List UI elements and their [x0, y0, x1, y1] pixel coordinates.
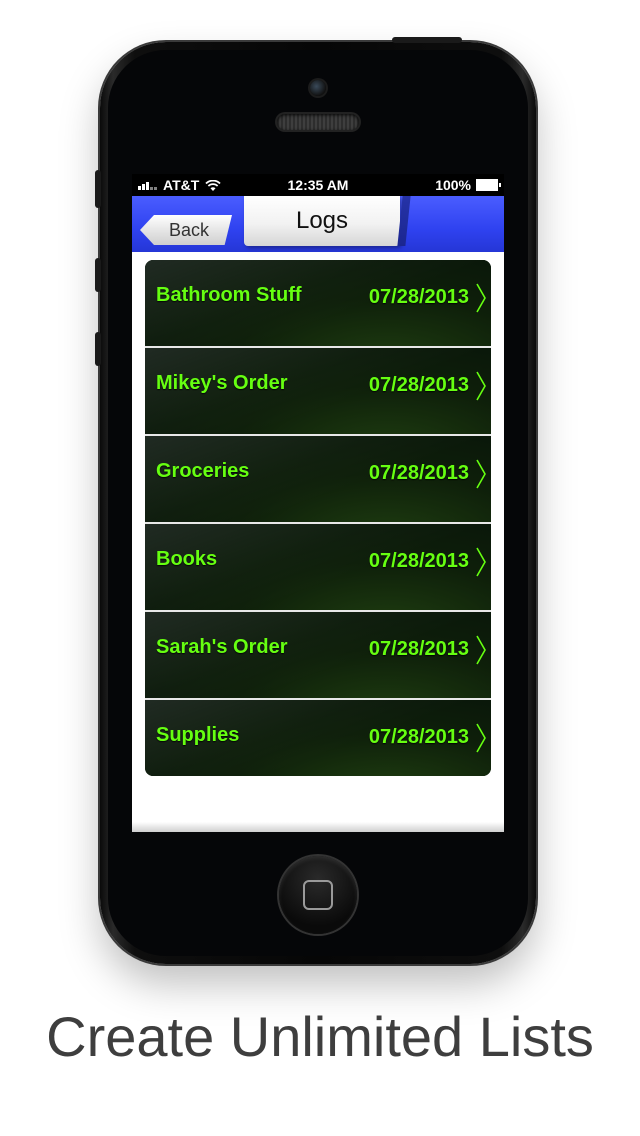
- log-name: Bathroom Stuff: [156, 284, 302, 306]
- home-square-icon: [303, 880, 333, 910]
- log-name: Supplies: [156, 724, 240, 746]
- app-screen: AT&T 12:35 AM 100% Back Logs Bathroom St…: [132, 174, 504, 832]
- screen-bottom-edge: [132, 822, 504, 832]
- log-name: Groceries: [156, 460, 250, 482]
- logs-list: Bathroom Stuff 07/28/2013 Mikey's Order …: [145, 260, 491, 776]
- chevron-right-icon: [476, 635, 486, 665]
- volume-down-button: [95, 332, 101, 366]
- log-date: 07/28/2013: [368, 374, 469, 396]
- log-date: 07/28/2013: [368, 286, 469, 308]
- chevron-right-icon: [476, 371, 486, 401]
- marketing-caption: Create Unlimited Lists: [46, 1005, 594, 1068]
- list-item[interactable]: Books 07/28/2013: [145, 524, 491, 612]
- home-button[interactable]: [279, 856, 357, 934]
- back-button-label: Back: [168, 219, 210, 240]
- silent-switch: [95, 170, 101, 208]
- log-name: Books: [156, 548, 218, 570]
- log-date: 07/28/2013: [368, 550, 469, 572]
- status-bar: AT&T 12:35 AM 100%: [132, 174, 504, 196]
- chevron-right-icon: [476, 459, 486, 489]
- battery-percent: 100%: [435, 177, 471, 193]
- log-name: Sarah's Order: [156, 636, 288, 658]
- back-button[interactable]: Back: [140, 215, 232, 245]
- list-item[interactable]: Groceries 07/28/2013: [145, 436, 491, 524]
- list-item[interactable]: Bathroom Stuff 07/28/2013: [145, 260, 491, 348]
- log-name: Mikey's Order: [156, 372, 288, 394]
- app-store-screenshot: AT&T 12:35 AM 100% Back Logs Bathroom St…: [0, 0, 640, 1136]
- battery-icon: [476, 179, 501, 191]
- navigation-bar: Back Logs: [132, 196, 504, 252]
- chevron-right-icon: [476, 547, 486, 577]
- chevron-right-icon: [476, 283, 486, 313]
- log-date: 07/28/2013: [368, 726, 469, 748]
- list-item[interactable]: Sarah's Order 07/28/2013: [145, 612, 491, 700]
- log-date: 07/28/2013: [368, 638, 469, 660]
- status-right: 100%: [435, 177, 501, 193]
- list-item[interactable]: Mikey's Order 07/28/2013: [145, 348, 491, 436]
- earpiece-speaker: [277, 114, 359, 130]
- list-item[interactable]: Supplies 07/28/2013: [145, 700, 491, 776]
- power-button: [392, 37, 462, 43]
- front-camera-icon: [310, 80, 326, 96]
- chevron-right-icon: [476, 723, 486, 753]
- page-title: Logs: [295, 207, 349, 234]
- page-title-tab: Logs: [244, 196, 400, 246]
- volume-up-button: [95, 258, 101, 292]
- log-date: 07/28/2013: [368, 462, 469, 484]
